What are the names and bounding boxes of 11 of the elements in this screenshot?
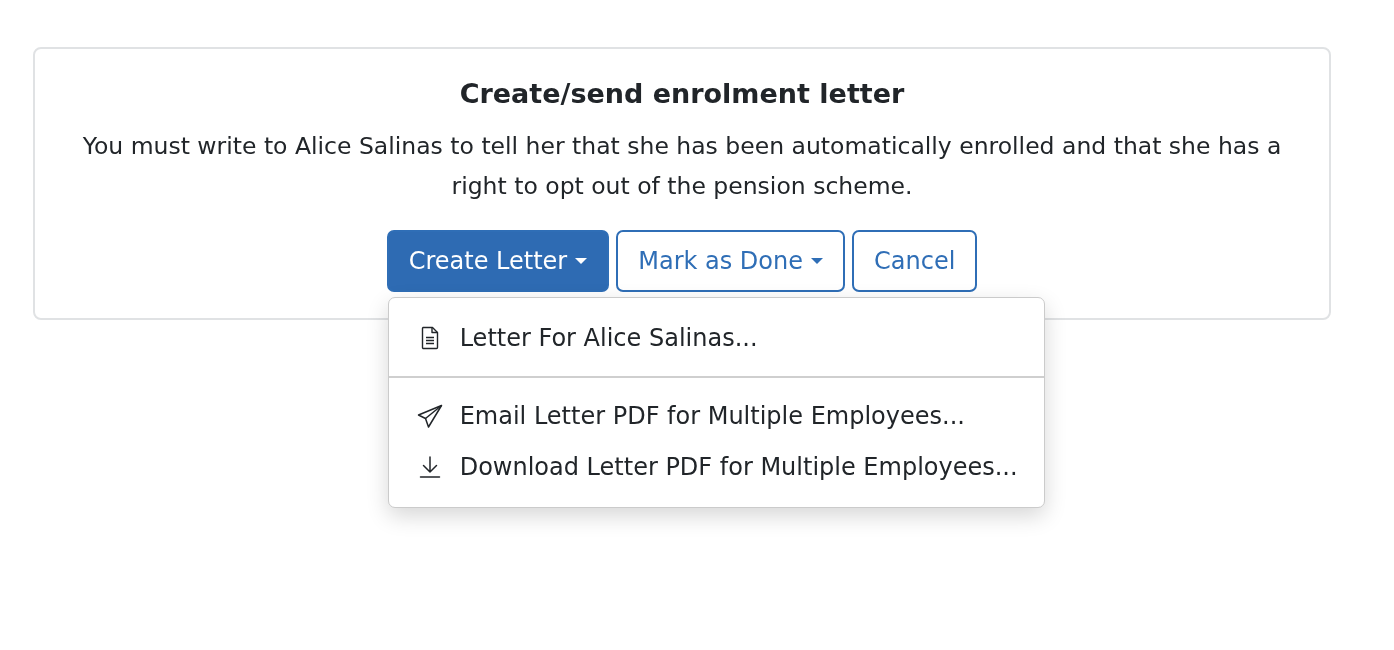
card-message: You must write to Alice Salinas to tell her that she has been automatically enrolled and that she has a right to opt out of the pension scheme. (81, 131, 1283, 202)
download-icon (418, 456, 441, 478)
menu-item[interactable]: Download Letter PDF for Multiple Employees... (388, 441, 1044, 493)
card-title: Create/send enrolment letter (459, 77, 905, 111)
menu-item[interactable]: Email Letter PDF for Multiple Employees... (388, 390, 1044, 442)
dropdown-button[interactable]: Mark as Done (616, 230, 845, 292)
menu-item[interactable]: Letter For Alice Salinas... (388, 312, 1044, 363)
paper-plane-icon (416, 404, 443, 428)
document-icon (420, 325, 439, 350)
dropdown-button[interactable]: Create Letter (386, 230, 610, 292)
action-button[interactable]: Cancel (852, 230, 978, 292)
